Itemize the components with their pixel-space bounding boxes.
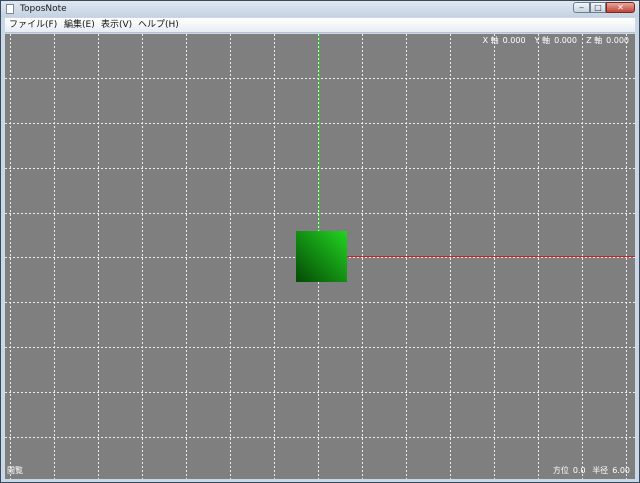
app-window: ToposNote ‒ □ ✕ ファイル(F) 編集(E) 表示(V) ヘルプ(…	[0, 0, 640, 483]
menu-bar: ファイル(F) 編集(E) 表示(V) ヘルプ(H)	[5, 18, 635, 33]
radius-value: 6.00	[612, 466, 630, 475]
maximize-button[interactable]: □	[590, 2, 606, 13]
x-axis-value: 0.000	[502, 36, 526, 45]
scene-svg	[5, 34, 635, 479]
menu-view[interactable]: 表示(V)	[101, 20, 132, 30]
menu-help[interactable]: ヘルプ(H)	[138, 20, 179, 30]
x-axis-label: X 軸	[482, 36, 499, 45]
cube-object[interactable]	[296, 231, 347, 282]
window-title: ToposNote	[20, 4, 67, 14]
close-button[interactable]: ✕	[606, 2, 635, 13]
azimuth-label: 方位	[552, 466, 569, 475]
app-icon	[6, 4, 14, 14]
camera-status: 方位 0.0 半径 6.00	[549, 466, 630, 476]
menu-edit[interactable]: 編集(E)	[64, 20, 95, 30]
minimize-button[interactable]: ‒	[573, 2, 590, 13]
y-axis-value: 0.000	[554, 36, 577, 45]
mode-status: 閲覧	[7, 466, 23, 475]
coordinate-readout: X 軸 0.000 Y 軸 0.000 Z 軸 0.000	[479, 36, 629, 46]
z-axis-value: 0.000	[606, 36, 629, 45]
azimuth-value: 0.0	[572, 466, 586, 475]
y-axis-label: Y 軸	[534, 36, 551, 45]
radius-label: 半径	[592, 466, 609, 475]
3d-viewport[interactable]: X 軸 0.000 Y 軸 0.000 Z 軸 0.000 閲覧 方位 0.0 半径 6.…	[5, 34, 635, 479]
title-bar[interactable]: ToposNote ‒ □ ✕	[1, 1, 639, 17]
menu-file[interactable]: ファイル(F)	[9, 20, 57, 30]
z-axis-label: Z 軸	[586, 36, 603, 45]
